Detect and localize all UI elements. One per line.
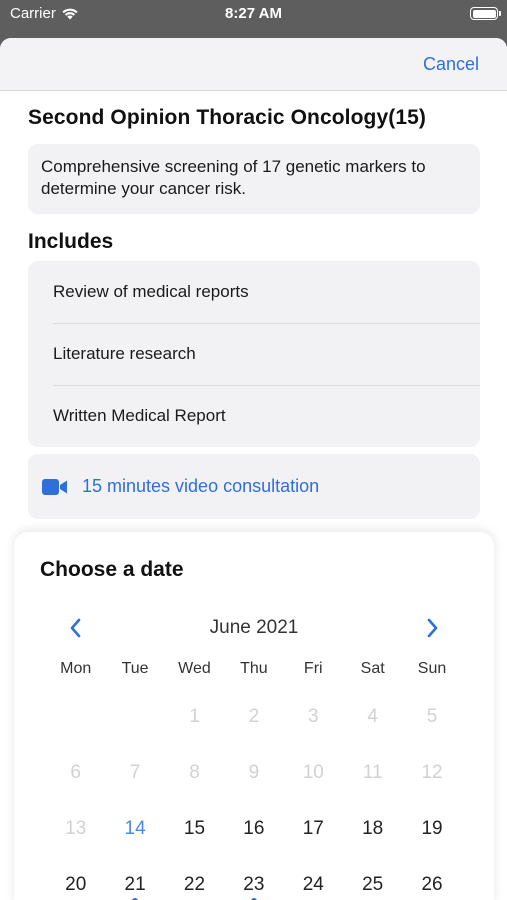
calendar-day[interactable]: 20 [46, 874, 105, 896]
calendar-day: 4 [367, 706, 378, 727]
includes-item-report: Written Medical Report [28, 385, 480, 447]
calendar-week-4: 20 21 22 23 24 25 26 [46, 874, 462, 900]
calendar-week-3: 13 14 15 16 17 18 19 [46, 818, 462, 840]
weekday-label: Mon [60, 660, 92, 677]
calendar-day[interactable]: 15 [165, 818, 224, 840]
video-consultation-label: 15 minutes video consultation [82, 476, 320, 496]
calendar-day: 11 [362, 762, 383, 783]
calendar-day: 1 [189, 706, 200, 727]
includes-heading: Includes [28, 230, 114, 253]
calendar-day: 12 [421, 762, 443, 783]
weekday-label: Sat [360, 660, 385, 677]
calendar-day-empty [105, 706, 164, 728]
chevron-right-icon[interactable] [418, 614, 446, 642]
calendar-day[interactable]: 19 [402, 818, 461, 840]
includes-item-review: Review of medical reports [28, 261, 480, 323]
date-picker-panel: Choose a date June 2021 Mon Tue Wed Thu … [14, 532, 494, 900]
calendar-day-empty [46, 706, 105, 728]
includes-item-label: Literature research [53, 344, 196, 363]
video-camera-icon [42, 478, 67, 495]
calendar-day: 9 [248, 762, 260, 783]
weekday-label: Fri [303, 660, 323, 677]
calendar-day: 7 [129, 762, 141, 783]
sheet-nav-bar: Cancel [0, 38, 507, 91]
service-description: Comprehensive screening of 17 genetic ma… [41, 157, 426, 198]
calendar-day[interactable]: 25 [343, 874, 402, 896]
service-description-card: Comprehensive screening of 17 genetic ma… [28, 144, 480, 214]
calendar-day[interactable]: 24 [284, 874, 343, 896]
includes-item-label: Written Medical Report [53, 406, 226, 425]
calendar-day-available[interactable]: 23 [224, 874, 283, 900]
calendar-day[interactable]: 26 [402, 874, 461, 896]
calendar-day: 5 [426, 706, 438, 727]
video-consultation-button[interactable]: 15 minutes video consultation [28, 454, 480, 519]
includes-item-label: Review of medical reports [53, 282, 249, 301]
calendar-day: 10 [302, 762, 324, 783]
includes-item-literature: Literature research [28, 323, 480, 385]
status-bar: Carrier 8:27 AM [0, 0, 507, 30]
weekday-label: Tue [121, 660, 149, 677]
calendar-day[interactable]: 18 [343, 818, 402, 840]
weekday-label: Wed [178, 660, 211, 677]
calendar-week-2: 6 7 8 9 10 11 12 [46, 762, 462, 784]
calendar-day[interactable]: 17 [284, 818, 343, 840]
service-title: Second Opinion Thoracic Oncology(15) [28, 106, 426, 129]
choose-date-heading: Choose a date [40, 558, 184, 581]
status-time: 8:27 AM [225, 5, 282, 22]
calendar-day: 6 [70, 762, 81, 783]
weekday-label: Thu [240, 660, 268, 677]
calendar-day: 3 [307, 706, 319, 727]
weekday-label: Sun [417, 660, 447, 677]
weekday-header: Mon Tue Wed Thu Fri Sat Sun [46, 660, 462, 678]
calendar-day: 13 [65, 818, 87, 839]
calendar-day-today[interactable]: 14 [105, 818, 164, 840]
battery-icon [470, 7, 501, 20]
calendar-week-1: 1 2 3 4 5 [46, 706, 462, 728]
includes-list: Review of medical reports Literature res… [28, 261, 480, 447]
calendar-day: 8 [189, 762, 200, 783]
calendar-day[interactable]: 16 [224, 818, 283, 840]
booking-sheet: Cancel Second Opinion Thoracic Oncology(… [0, 38, 507, 900]
cancel-button[interactable]: Cancel [423, 54, 479, 75]
calendar-day[interactable]: 22 [165, 874, 224, 896]
month-navigator: June 2021 [14, 614, 494, 642]
calendar-day-available[interactable]: 21 [105, 874, 164, 900]
calendar-day: 2 [248, 706, 260, 727]
